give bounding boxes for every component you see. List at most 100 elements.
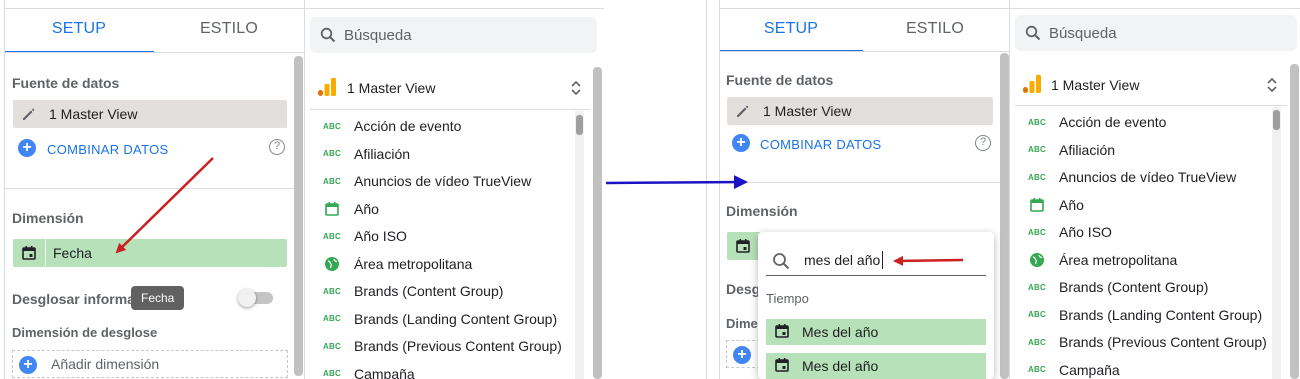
collapse-chevron-icon[interactable] (570, 79, 582, 102)
field-item-label: Anuncios de vídeo TrueView (354, 173, 532, 189)
blend-data-button[interactable]: COMBINAR DATOS (47, 142, 168, 157)
help-icon[interactable]: ? (269, 139, 285, 155)
field-item[interactable]: ABC Brands (Landing Content Group) (1025, 302, 1285, 328)
collapse-chevron-icon[interactable] (1266, 76, 1278, 99)
analytics-icon (1022, 74, 1042, 99)
field-item[interactable]: ABC Acción de evento (320, 113, 580, 139)
tab-style[interactable]: ESTILO (154, 20, 304, 38)
fields-scrollbar-thumb[interactable] (1273, 110, 1280, 130)
pencil-icon[interactable] (735, 103, 751, 119)
chip-separator (45, 239, 46, 267)
field-item-label: Brands (Landing Content Group) (354, 310, 558, 327)
abc-text-type-icon: ABC (1025, 357, 1049, 379)
plus-icon[interactable]: + (732, 134, 750, 152)
field-search-input[interactable]: Búsqueda (1015, 15, 1297, 51)
pencil-icon[interactable] (21, 106, 37, 122)
section-divider (719, 182, 1000, 183)
section-divider (4, 188, 294, 189)
drilldown-toggle-knob[interactable] (238, 289, 256, 307)
field-item[interactable]: ABC Afiliación (320, 141, 580, 167)
field-item[interactable]: ABC Brands (Previous Content Group) (320, 333, 580, 359)
text-cursor (882, 251, 883, 269)
abc-text-type-icon: ABC (320, 306, 344, 332)
abc-text-type-icon: ABC (320, 361, 344, 379)
plus-icon[interactable]: + (18, 139, 36, 157)
field-item[interactable]: ABC Anuncios de vídeo TrueView (320, 168, 580, 194)
globe-icon (320, 251, 344, 277)
help-icon[interactable]: ? (975, 135, 991, 151)
setup-scrollbar[interactable] (294, 56, 303, 376)
calendar-icon (774, 323, 790, 344)
abc-label: ABC (323, 231, 341, 241)
field-item[interactable]: Año (320, 196, 580, 222)
analytics-icon (317, 77, 337, 102)
field-item[interactable]: Área metropolitana (1025, 247, 1285, 273)
abc-label: ABC (1028, 365, 1046, 374)
tab-setup[interactable]: SETUP (4, 20, 154, 38)
calendar-icon (774, 357, 790, 378)
abc-label: ABC (1028, 172, 1046, 182)
group-title: Tiempo (766, 291, 809, 306)
blend-data-button[interactable]: COMBINAR DATOS (760, 137, 881, 152)
field-item[interactable]: ABC Año ISO (1025, 219, 1285, 245)
setup-scrollbar[interactable] (1000, 53, 1009, 379)
field-list: ABC Acción de evento ABC Afiliación ABC Anunc… (320, 113, 580, 379)
abc-label: ABC (323, 314, 341, 323)
abc-text-type-icon: ABC (320, 168, 344, 194)
field-item-label: Campaña (354, 365, 415, 379)
abc-label: ABC (323, 121, 341, 131)
fields-scrollbar-thumb[interactable] (576, 115, 583, 135)
field-item[interactable]: ABC Brands (Content Group) (1025, 274, 1285, 300)
drilldown-label: Desglosar informac (12, 291, 143, 307)
field-item-label: Año ISO (1059, 224, 1112, 240)
data-source-row[interactable]: 1 Master View (13, 100, 287, 128)
field-item[interactable]: ABC Brands (Previous Content Group) (1025, 329, 1285, 355)
tab-style[interactable]: ESTILO (863, 20, 1007, 38)
field-item[interactable]: ABC Acción de evento (1025, 109, 1285, 135)
tabs-divider (719, 51, 1009, 52)
field-item[interactable]: ABC Anuncios de vídeo TrueView (1025, 164, 1285, 190)
field-item[interactable]: ABC Afiliación (1025, 137, 1285, 163)
calendar-icon (13, 239, 45, 267)
add-dimension-box[interactable]: + Añadir dimensión (12, 350, 288, 378)
field-item[interactable]: ABC Campaña (1025, 357, 1285, 379)
search-placeholder: Búsqueda (344, 27, 412, 44)
dimension-title: Dimensión (12, 210, 84, 226)
tooltip: Fecha (131, 286, 185, 310)
field-item-label: Brands (Content Group) (354, 283, 504, 299)
fields-scroll-track (575, 111, 584, 379)
plus-icon[interactable]: + (733, 346, 751, 364)
dimension-chip[interactable]: Fecha (13, 239, 287, 267)
search-underline (766, 275, 986, 276)
fields-outer-scrollbar[interactable] (1290, 64, 1299, 379)
field-item[interactable]: ABC Campaña (320, 361, 580, 379)
abc-label: ABC (323, 341, 341, 351)
abc-text-type-icon: ABC (320, 113, 344, 139)
field-item[interactable]: Año (1025, 192, 1285, 218)
field-item[interactable]: ABC Brands (Landing Content Group) (320, 306, 580, 332)
abc-text-type-icon: ABC (1025, 302, 1049, 328)
fields-outer-scrollbar[interactable] (593, 67, 602, 379)
field-item-label: Campaña (1059, 361, 1120, 378)
tab-setup[interactable]: SETUP (719, 20, 863, 38)
field-item-label: Brands (Previous Content Group) (354, 338, 562, 354)
abc-text-type-icon: ABC (1025, 137, 1049, 163)
right-outer-border (706, 0, 707, 379)
field-item-label: Área metropolitana (1059, 251, 1178, 268)
dimension-value: Fecha (53, 245, 92, 261)
field-item[interactable]: ABC Año ISO (320, 223, 580, 249)
left-setup-panel: SETUP ESTILO Fuente de datos 1 Master Vi… (4, 0, 304, 379)
field-item[interactable]: ABC Brands (Content Group) (320, 278, 580, 304)
dropdown-option[interactable]: Mes del año (766, 353, 986, 379)
dimension-search-input[interactable]: mes del año (804, 252, 880, 268)
field-search-input[interactable]: Búsqueda (310, 17, 597, 53)
abc-label: ABC (323, 369, 341, 378)
data-source-row[interactable]: 1 Master View (727, 97, 993, 125)
field-item-label: Brands (Previous Content Group) (1059, 334, 1267, 350)
dropdown-option[interactable]: Mes del año (766, 319, 986, 345)
search-placeholder: Búsqueda (1049, 25, 1117, 42)
field-item[interactable]: Área metropolitana (320, 251, 580, 277)
plus-icon[interactable]: + (19, 356, 37, 374)
field-item-label: Afiliación (354, 145, 411, 162)
field-item-label: Acción de evento (1059, 114, 1167, 130)
